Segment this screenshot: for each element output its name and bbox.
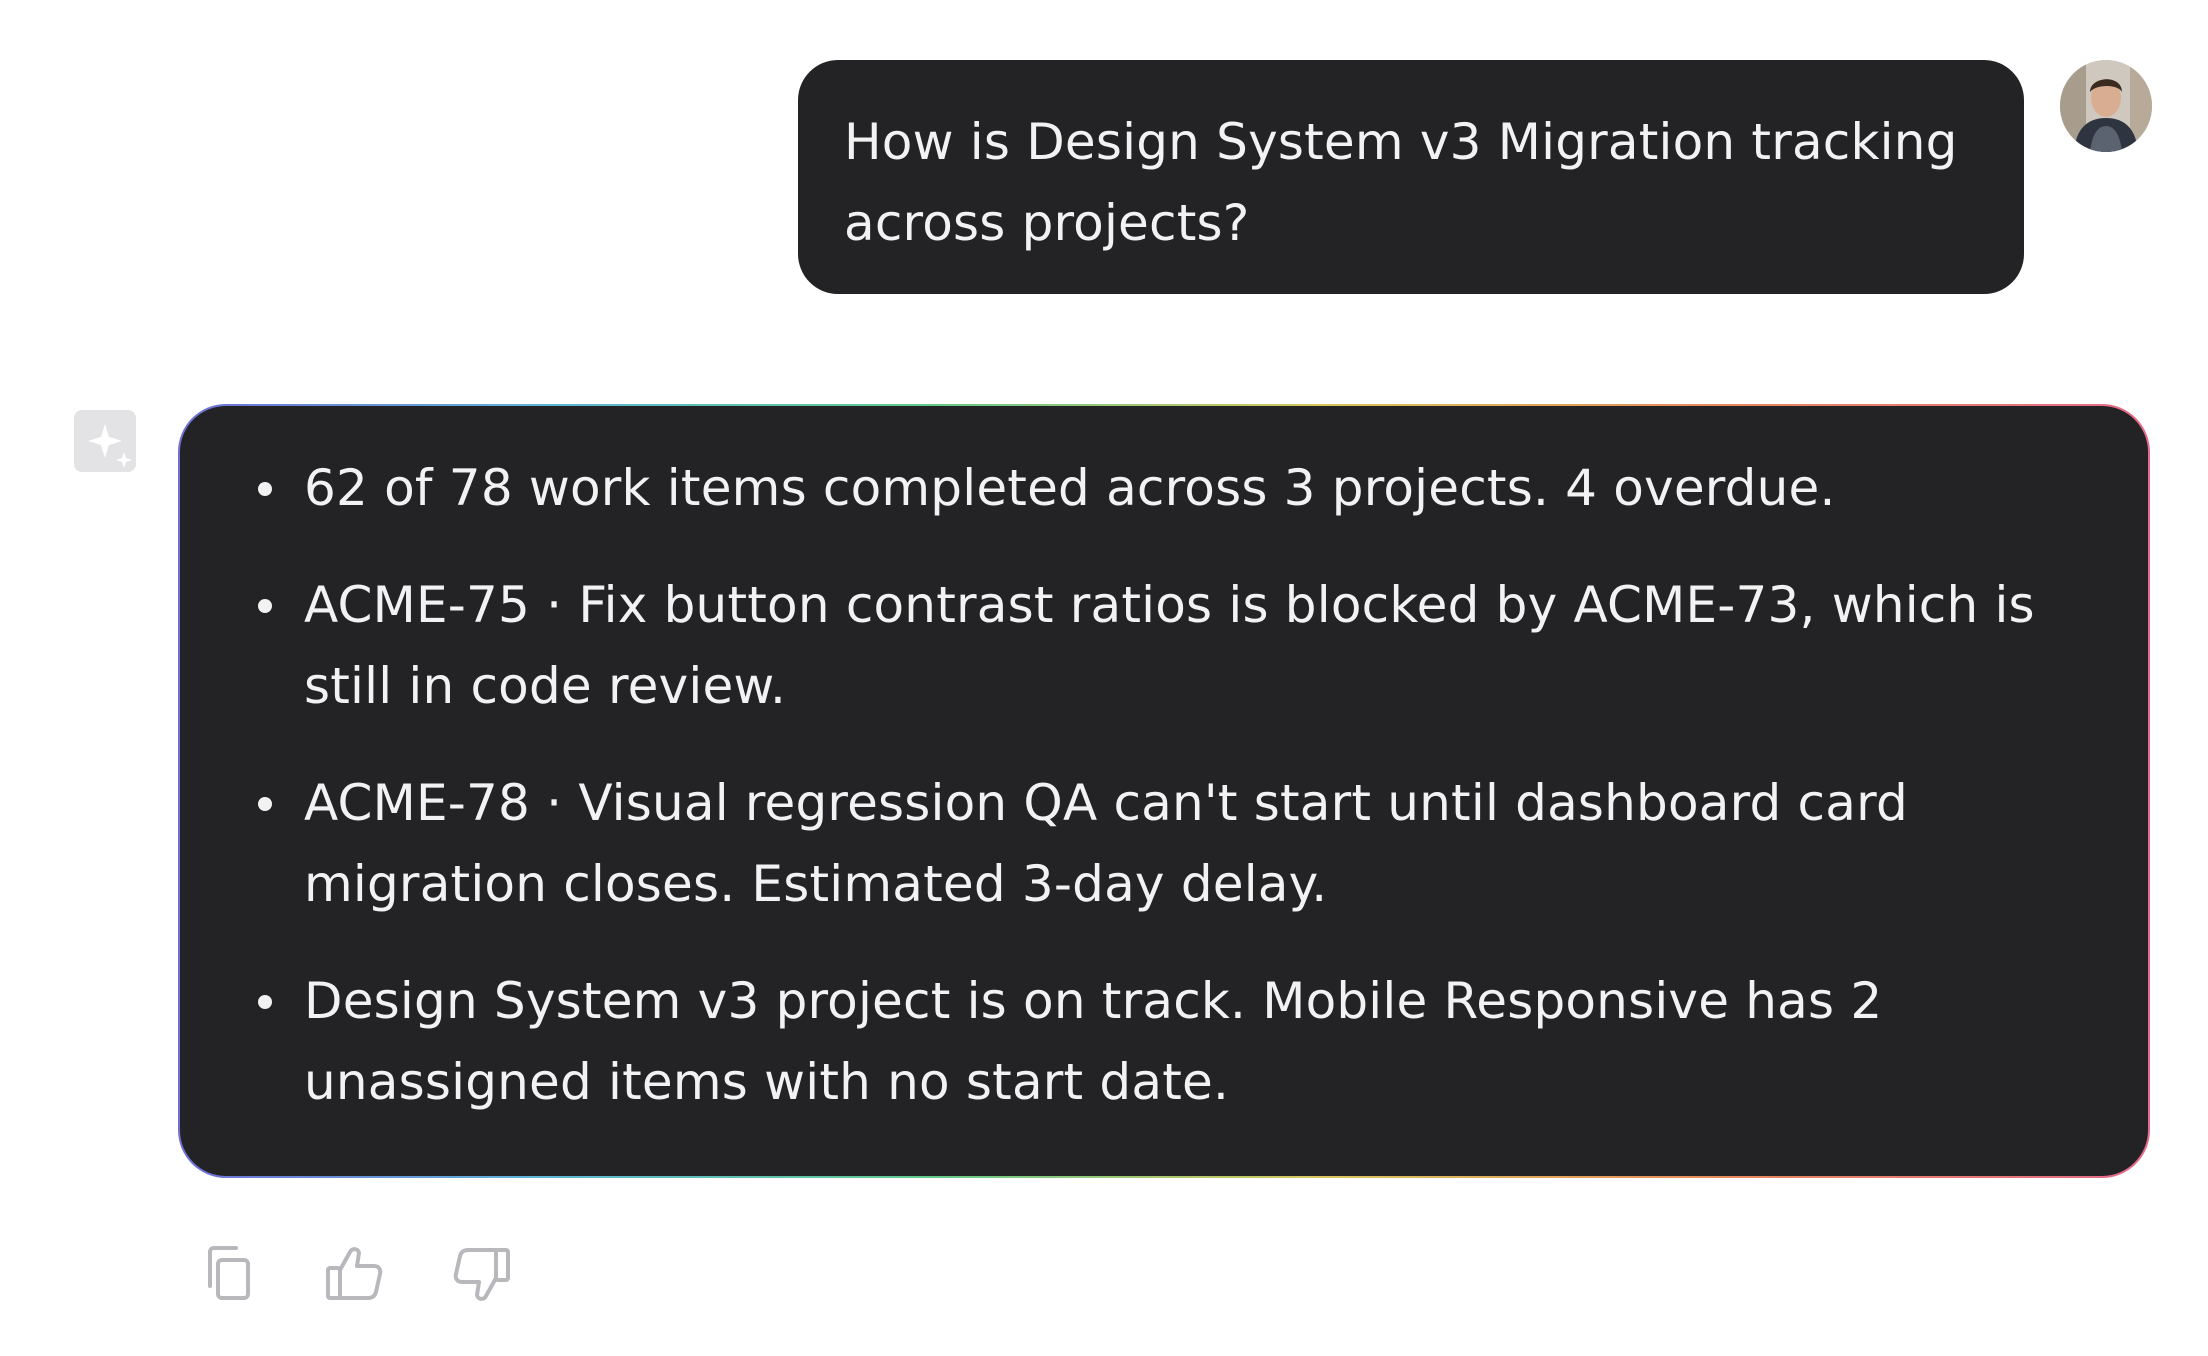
assistant-message-frame: 62 of 78 work items completed across 3 p… — [178, 404, 2150, 1178]
thumbs-up-icon — [326, 1247, 383, 1300]
thumbs-down-button[interactable] — [446, 1238, 518, 1310]
list-item-text: 62 of 78 work items completed across 3 p… — [304, 459, 1836, 517]
assistant-bullet-list: 62 of 78 work items completed across 3 p… — [180, 448, 2088, 1123]
list-item-text: ACME-78 · Visual regression QA can't sta… — [304, 774, 1908, 913]
copy-button[interactable] — [192, 1238, 264, 1310]
list-item: 62 of 78 work items completed across 3 p… — [180, 448, 2088, 529]
list-item-text: Design System v3 project is on track. Mo… — [304, 972, 1883, 1111]
user-message-text: How is Design System v3 Migration tracki… — [844, 113, 1958, 252]
bullet-icon — [258, 482, 272, 496]
list-item: Design System v3 project is on track. Mo… — [180, 961, 2088, 1123]
list-item: ACME-78 · Visual regression QA can't sta… — [180, 763, 2088, 925]
thumbs-up-button[interactable] — [318, 1238, 390, 1310]
list-item: ACME-75 · Fix button contrast ratios is … — [180, 565, 2088, 727]
user-avatar-photo — [2060, 60, 2152, 152]
user-message-bubble: How is Design System v3 Migration tracki… — [798, 60, 2024, 294]
copy-icon — [208, 1246, 250, 1300]
bullet-icon — [258, 797, 272, 811]
thumbs-down-icon — [453, 1248, 510, 1301]
bullet-icon — [258, 995, 272, 1009]
sparkle-assistant-icon — [74, 410, 136, 472]
list-item-text: ACME-75 · Fix button contrast ratios is … — [304, 576, 2035, 715]
assistant-message-bubble: 62 of 78 work items completed across 3 p… — [180, 406, 2148, 1176]
bullet-icon — [258, 599, 272, 613]
user-avatar[interactable] — [2060, 60, 2152, 152]
